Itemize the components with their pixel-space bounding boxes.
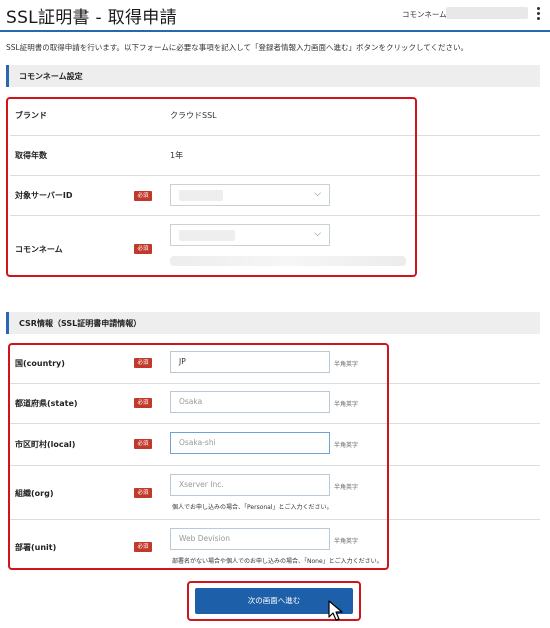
common-name-label: コモンネーム <box>402 10 447 19</box>
server-id-label: 対象サーバーID <box>15 191 73 200</box>
brand-label: ブランド <box>15 111 47 120</box>
common-name-field-label: コモンネーム <box>15 245 63 254</box>
required-badge: 必須 <box>134 542 152 552</box>
alnum-hint: 半角英字 <box>334 401 359 408</box>
years-label: 取得年数 <box>15 151 47 160</box>
alnum-hint: 半角英字 <box>334 442 359 449</box>
alnum-hint: 半角英字 <box>334 484 359 491</box>
server-id-row: 対象サーバーID 必須 ⌵ <box>10 176 540 216</box>
common-name-select[interactable]: ⌵ <box>170 224 330 246</box>
country-label: 国(country) <box>15 359 65 368</box>
org-input[interactable]: Xserver Inc. <box>170 474 330 496</box>
years-row: 取得年数 1年 <box>10 136 540 176</box>
org-note: 個人でお申し込みの場合、「Personal」とご入力ください。 <box>172 504 333 511</box>
country-input[interactable]: JP <box>170 351 330 373</box>
common-name-preview-redacted <box>170 256 406 266</box>
unit-note: 部署名がない場合や個人でのお申し込みの場合、「None」とご入力ください。 <box>172 558 383 565</box>
common-name-value-redacted <box>446 7 528 19</box>
page-description: SSL証明書の取得申請を行います。以下フォームに必要な事項を記入して「登録者情報… <box>6 43 469 52</box>
alnum-hint: 半角英字 <box>334 538 359 545</box>
local-input[interactable]: Osaka-shi <box>170 432 330 454</box>
state-input[interactable]: Osaka <box>170 391 330 413</box>
unit-label: 部署(unit) <box>15 543 57 552</box>
alnum-hint: 半角英字 <box>334 361 359 368</box>
page-header: SSL証明書 - 取得申請 コモンネーム <box>0 0 550 32</box>
local-label: 市区町村(local) <box>15 440 76 449</box>
chevron-down-icon: ⌵ <box>314 229 321 239</box>
required-badge: 必須 <box>134 488 152 498</box>
years-value: 1年 <box>170 151 184 160</box>
required-badge: 必須 <box>134 244 152 254</box>
required-badge: 必須 <box>134 398 152 408</box>
page-title: SSL証明書 - 取得申請 <box>6 8 177 28</box>
required-badge: 必須 <box>134 358 152 368</box>
country-row: 国(country) 必須 JP 半角英字 <box>10 344 540 384</box>
section-heading-csr: CSR情報（SSL証明書申請情報） <box>6 312 540 334</box>
section-heading-common-name: コモンネーム設定 <box>6 65 540 87</box>
server-id-select[interactable]: ⌵ <box>170 184 330 206</box>
unit-row: 部署(unit) 必須 Web Devision 半角英字 部署名がない場合や個… <box>10 520 540 570</box>
state-row: 都道府県(state) 必須 Osaka 半角英字 <box>10 384 540 424</box>
mouse-cursor-icon <box>328 600 343 621</box>
org-label: 組織(org) <box>15 489 54 498</box>
common-name-row: コモンネーム 必須 ⌵ <box>10 216 540 276</box>
brand-value: クラウドSSL <box>170 111 217 120</box>
state-label: 都道府県(state) <box>15 399 78 408</box>
required-badge: 必須 <box>134 191 152 201</box>
required-badge: 必須 <box>134 439 152 449</box>
local-row: 市区町村(local) 必須 Osaka-shi 半角英字 <box>10 424 540 466</box>
unit-input[interactable]: Web Devision <box>170 528 330 550</box>
brand-row: ブランド クラウドSSL <box>10 96 540 136</box>
org-row: 組織(org) 必須 Xserver Inc. 半角英字 個人でお申し込みの場合… <box>10 466 540 520</box>
more-menu-icon[interactable] <box>534 5 542 23</box>
chevron-down-icon: ⌵ <box>314 189 321 199</box>
